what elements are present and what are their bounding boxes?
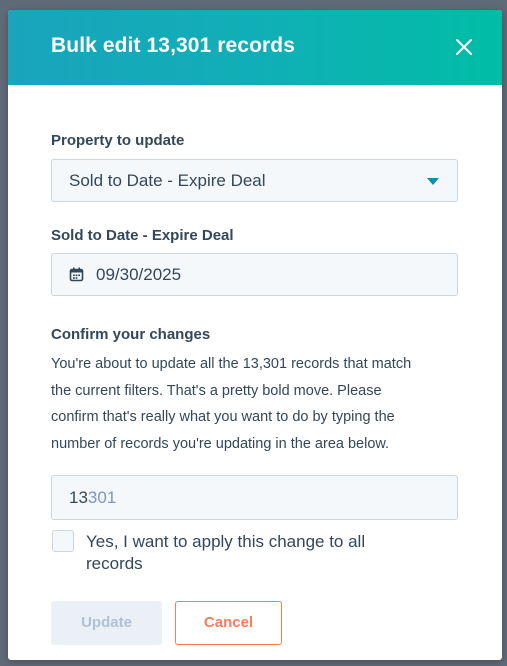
close-icon — [456, 39, 472, 55]
bulk-edit-dialog: Bulk edit 13,301 records Property to upd… — [8, 10, 502, 660]
confirm-description-line: confirm that's really what you want to d… — [51, 409, 395, 425]
apply-all-checkbox[interactable] — [52, 530, 74, 552]
dialog-header: Bulk edit 13,301 records — [8, 10, 502, 85]
property-select-value: Sold to Date - Expire Deal — [69, 171, 266, 190]
checkbox-label-line: Yes, I want to apply this change to all — [86, 532, 366, 551]
confirm-placeholder: 301 — [87, 488, 117, 507]
confirm-description: You're about to update all the 13,301 re… — [51, 351, 461, 457]
confirm-heading: Confirm your changes — [51, 326, 211, 343]
apply-all-checkbox-label[interactable]: Yes, I want to apply this change to all … — [86, 531, 446, 575]
calendar-icon — [69, 267, 84, 282]
confirm-typed-value: 13 — [69, 488, 88, 507]
property-label: Property to update — [51, 132, 185, 149]
checkbox-label-line: records — [86, 554, 143, 573]
confirm-description-line: the current filters. That's a pretty bol… — [51, 382, 382, 399]
confirm-description-line: You're about to update all the 13,301 re… — [51, 356, 412, 372]
date-value: 09/30/2025 — [96, 265, 182, 284]
dialog-title: Bulk edit 13,301 records — [51, 34, 296, 57]
confirm-count-input[interactable]: 13301 — [51, 475, 458, 520]
date-input[interactable]: 09/30/2025 — [51, 253, 458, 296]
chevron-down-icon — [427, 178, 439, 185]
date-field-label: Sold to Date - Expire Deal — [51, 227, 234, 244]
confirm-description-line: number of records you're updating in the… — [51, 435, 390, 452]
update-button[interactable]: Update — [51, 601, 162, 645]
close-button[interactable] — [452, 35, 476, 59]
property-select[interactable]: Sold to Date - Expire Deal — [51, 159, 458, 202]
cancel-button[interactable]: Cancel — [175, 601, 282, 645]
